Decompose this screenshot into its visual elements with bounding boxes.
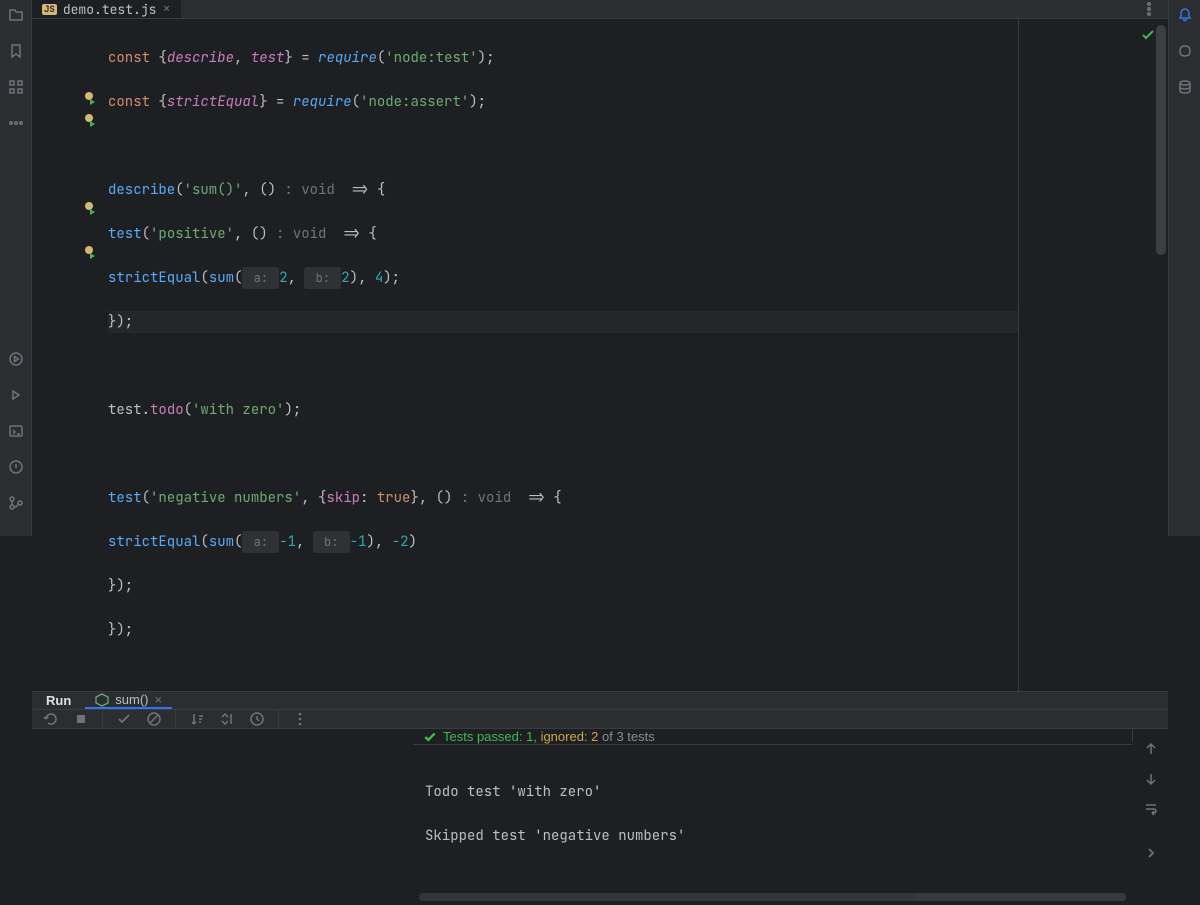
tab-demo-test-js[interactable]: JS demo.test.js ×	[32, 0, 181, 18]
run-gutter-icon[interactable]	[84, 201, 100, 217]
notifications-icon[interactable]	[1176, 6, 1194, 24]
more-actions-icon[interactable]	[291, 710, 309, 728]
terminal-icon[interactable]	[7, 422, 25, 440]
run-gutter-icon[interactable]	[84, 245, 100, 261]
horizontal-scrollbar[interactable]	[419, 893, 1126, 901]
tab-actions-icon[interactable]	[1140, 0, 1158, 18]
run-panel-title[interactable]: Run	[32, 692, 85, 709]
run-toolbar	[32, 710, 1168, 729]
editor-gutter	[32, 19, 108, 691]
bookmarks-icon[interactable]	[7, 42, 25, 60]
code-editor[interactable]: const {describe, test} = require('node:t…	[32, 19, 1168, 691]
close-icon[interactable]: ×	[162, 0, 170, 18]
rerun-icon[interactable]	[42, 710, 60, 728]
project-icon[interactable]	[7, 6, 25, 24]
test-tree[interactable]: ⌄ Test Results ⌄ demo.test.js ⌄ sum() po…	[32, 729, 412, 741]
show-ignored-icon[interactable]	[145, 710, 163, 728]
more-icon[interactable]	[7, 114, 25, 132]
vcs-icon[interactable]	[7, 494, 25, 512]
console-output[interactable]: Todo test 'with zero' Skipped test 'nega…	[413, 745, 1132, 905]
close-icon[interactable]: ×	[155, 692, 163, 707]
tree-label: Test Results	[80, 739, 151, 742]
tree-root[interactable]: ⌄ Test Results	[32, 735, 412, 741]
left-tool-rail	[0, 0, 32, 536]
ai-assistant-icon[interactable]	[1176, 42, 1194, 60]
expand-icon[interactable]	[218, 710, 236, 728]
database-icon[interactable]	[1176, 78, 1194, 96]
soft-wrap-icon[interactable]	[1142, 801, 1160, 817]
history-icon[interactable]	[248, 710, 266, 728]
run-config-tab[interactable]: sum() ×	[85, 692, 172, 709]
run-gutter-icon[interactable]	[84, 91, 100, 107]
nodejs-icon	[95, 693, 109, 707]
scroll-up-icon[interactable]	[1142, 741, 1160, 757]
chevron-right-icon[interactable]	[1142, 845, 1160, 861]
problems-icon[interactable]	[7, 458, 25, 476]
pass-icon	[423, 730, 437, 744]
editor-tab-bar: JS demo.test.js ×	[32, 0, 1168, 19]
pass-icon	[60, 739, 74, 741]
run-panel-header: Run sum() ×	[32, 691, 1168, 710]
structure-icon[interactable]	[7, 78, 25, 96]
output-controls	[1132, 729, 1168, 741]
run-tool-icon[interactable]	[7, 350, 25, 368]
vertical-scrollbar[interactable]	[1156, 19, 1166, 691]
editor-right-gutter	[1018, 19, 1168, 691]
debug-tool-icon[interactable]	[7, 386, 25, 404]
chevron-down-icon: ⌄	[42, 738, 54, 741]
run-gutter-icon[interactable]	[84, 113, 100, 129]
scrollbar-thumb[interactable]	[1156, 25, 1166, 255]
right-tool-rail	[1168, 0, 1200, 536]
stop-icon[interactable]	[72, 710, 90, 728]
run-config-label: sum()	[115, 692, 148, 707]
scroll-down-icon[interactable]	[1142, 771, 1160, 787]
inspections-ok-icon[interactable]	[1140, 27, 1156, 43]
test-summary: Tests passed: 1, ignored: 2 of 3 tests	[413, 729, 1132, 745]
code-area[interactable]: const {describe, test} = require('node:t…	[108, 19, 1018, 691]
show-passed-icon[interactable]	[115, 710, 133, 728]
sort-icon[interactable]	[188, 710, 206, 728]
tab-label: demo.test.js	[63, 1, 157, 18]
scrollbar-thumb[interactable]	[914, 893, 1126, 901]
js-file-icon: JS	[42, 4, 57, 15]
